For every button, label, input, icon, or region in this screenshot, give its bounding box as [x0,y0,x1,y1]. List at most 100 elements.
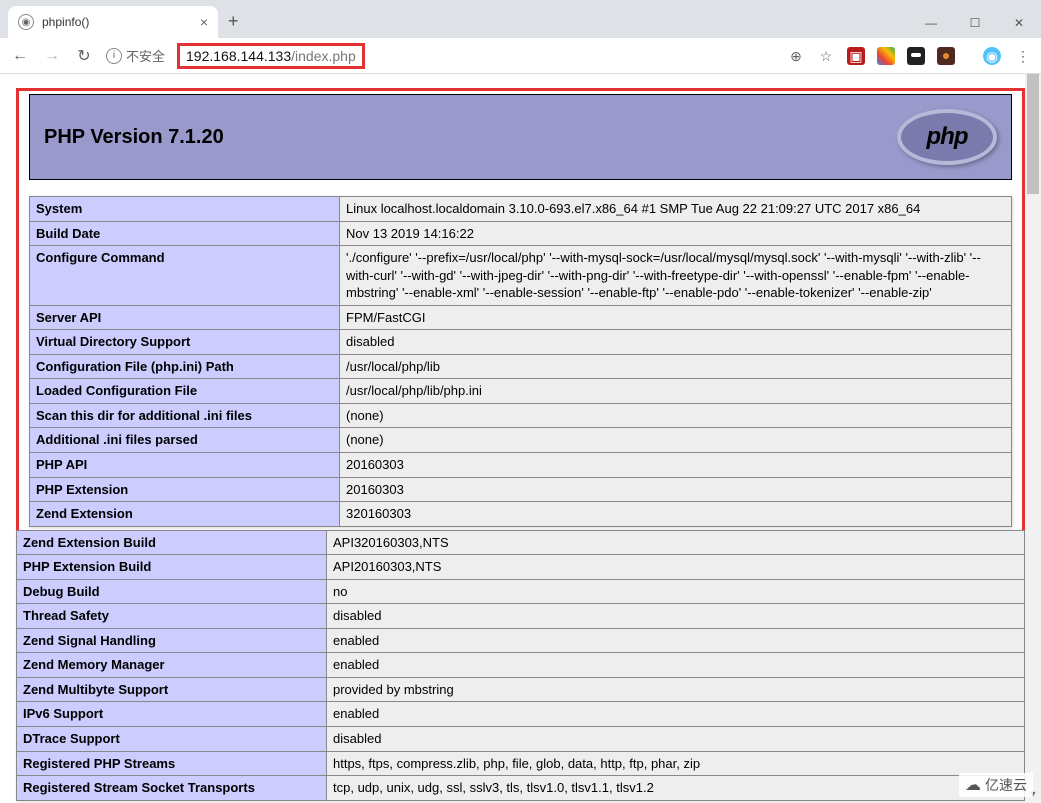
watermark: ☁ 亿速云 [959,773,1033,797]
url-host: 192.168.144.133 [186,48,291,64]
info-icon: i [106,48,122,64]
table-row: Thread Safetydisabled [17,604,1025,629]
forward-button[interactable]: → [42,47,62,65]
info-key: Zend Signal Handling [17,628,327,653]
info-value: disabled [327,604,1025,629]
back-button[interactable]: ← [10,47,30,65]
php-header: PHP Version 7.1.20 php [29,94,1012,180]
window-controls: — ☐ ✕ [909,8,1041,38]
info-value: disabled [327,727,1025,752]
info-value: provided by mbstring [327,677,1025,702]
info-key: DTrace Support [17,727,327,752]
info-key: PHP Extension Build [17,555,327,580]
url-path: /index.php [291,48,356,64]
info-key: PHP Extension [30,477,340,502]
table-row: Configure Command'./configure' '--prefix… [30,246,1012,306]
table-row: Zend Signal Handlingenabled [17,628,1025,653]
table-row: Build DateNov 13 2019 14:16:22 [30,221,1012,246]
page-content: PHP Version 7.1.20 php SystemLinux local… [0,74,1041,801]
adblock-icon[interactable]: ▣ [847,47,865,65]
menu-icon[interactable]: ⋮ [1013,47,1031,65]
translate-icon[interactable]: ⊕ [787,47,805,65]
close-icon[interactable]: × [200,14,208,30]
info-key: Configure Command [30,246,340,306]
info-value: API20160303,NTS [327,555,1025,580]
watermark-text: 亿速云 [985,775,1027,795]
info-value: https, ftps, compress.zlib, php, file, g… [327,751,1025,776]
info-key: Thread Safety [17,604,327,629]
info-value: disabled [340,330,1012,355]
minimize-button[interactable]: — [909,8,953,38]
table-row: Additional .ini files parsed(none) [30,428,1012,453]
profile-icon[interactable]: ◉ [983,47,1001,65]
info-key: Zend Memory Manager [17,653,327,678]
bookmark-icon[interactable]: ☆ [817,47,835,65]
url-highlight-box: 192.168.144.133/index.php [177,43,365,69]
info-value: FPM/FastCGI [340,305,1012,330]
recorder-ext-icon[interactable] [937,47,955,65]
info-key: Registered Stream Socket Transports [17,776,327,801]
info-key: PHP API [30,453,340,478]
security-chip[interactable]: i 不安全 [106,46,165,65]
scrollbar-thumb[interactable] [1027,74,1039,194]
scrollbar[interactable]: ▴ ▾ [1025,74,1041,803]
info-value: /usr/local/php/lib [340,354,1012,379]
incognito-ext-icon[interactable] [907,47,925,65]
info-key: Build Date [30,221,340,246]
table-row: PHP API20160303 [30,453,1012,478]
table-row: Virtual Directory Supportdisabled [30,330,1012,355]
info-value: (none) [340,403,1012,428]
info-value: 320160303 [340,502,1012,527]
info-value: (none) [340,428,1012,453]
cloud-icon: ☁ [965,775,981,795]
close-window-button[interactable]: ✕ [997,8,1041,38]
security-label: 不安全 [126,46,165,65]
table-row: Configuration File (php.ini) Path/usr/lo… [30,354,1012,379]
table-row: PHP Extension20160303 [30,477,1012,502]
browser-titlebar: ◉ phpinfo() × + — ☐ ✕ [0,0,1041,38]
info-key: Zend Extension Build [17,530,327,555]
info-table-lower: Zend Extension BuildAPI320160303,NTSPHP … [16,530,1025,801]
info-value: Nov 13 2019 14:16:22 [340,221,1012,246]
table-row: Registered Stream Socket Transportstcp, … [17,776,1025,801]
reload-button[interactable]: ↻ [74,46,94,66]
info-value: Linux localhost.localdomain 3.10.0-693.e… [340,197,1012,222]
info-key: Registered PHP Streams [17,751,327,776]
info-key: Loaded Configuration File [30,379,340,404]
info-value: no [327,579,1025,604]
info-key: Scan this dir for additional .ini files [30,403,340,428]
info-key: Zend Extension [30,502,340,527]
table-row: Zend Memory Managerenabled [17,653,1025,678]
info-value: tcp, udp, unix, udg, ssl, sslv3, tls, tl… [327,776,1025,801]
info-value: 20160303 [340,453,1012,478]
new-tab-button[interactable]: + [228,11,239,32]
info-value: enabled [327,628,1025,653]
table-row: Registered PHP Streamshttps, ftps, compr… [17,751,1025,776]
info-value: './configure' '--prefix=/usr/local/php' … [340,246,1012,306]
browser-tab[interactable]: ◉ phpinfo() × [8,6,218,38]
address-input[interactable]: 192.168.144.133/index.php [186,48,356,64]
highlight-box: PHP Version 7.1.20 php SystemLinux local… [16,88,1025,533]
table-row: SystemLinux localhost.localdomain 3.10.0… [30,197,1012,222]
table-row: DTrace Supportdisabled [17,727,1025,752]
info-key: Configuration File (php.ini) Path [30,354,340,379]
info-table-upper: SystemLinux localhost.localdomain 3.10.0… [29,196,1012,527]
page-title: PHP Version 7.1.20 [44,126,224,149]
maximize-button[interactable]: ☐ [953,8,997,38]
info-key: System [30,197,340,222]
info-value: enabled [327,702,1025,727]
info-value: /usr/local/php/lib/php.ini [340,379,1012,404]
info-value: enabled [327,653,1025,678]
table-row: Zend Extension BuildAPI320160303,NTS [17,530,1025,555]
globe-icon: ◉ [18,14,34,30]
info-key: IPv6 Support [17,702,327,727]
address-bar: ← → ↻ i 不安全 192.168.144.133/index.php ⊕ … [0,38,1041,74]
info-key: Zend Multibyte Support [17,677,327,702]
info-key: Virtual Directory Support [30,330,340,355]
table-row: Loaded Configuration File/usr/local/php/… [30,379,1012,404]
toolbar-icons: ⊕ ☆ ▣ ◉ ⋮ [787,47,1031,65]
google-ext-icon[interactable] [877,47,895,65]
php-logo-text: php [927,123,968,151]
page-viewport: ▴ ▾ PHP Version 7.1.20 php SystemLinux l… [0,74,1041,803]
info-key: Server API [30,305,340,330]
